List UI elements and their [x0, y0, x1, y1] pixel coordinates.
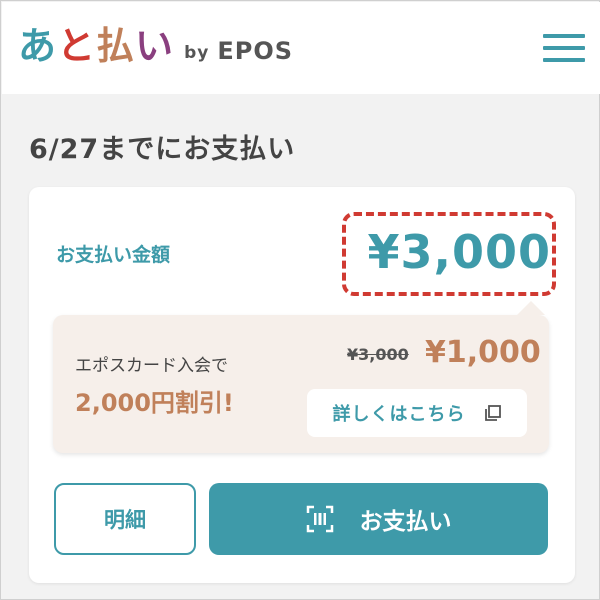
old-price: ¥3,000 — [347, 345, 409, 364]
pay-button[interactable]: お支払い — [209, 483, 548, 555]
menu-bar — [543, 34, 585, 38]
details-link-label: 詳しくはこちら — [332, 404, 466, 425]
details-link-button[interactable]: 詳しくはこちら — [307, 389, 527, 437]
statement-button-label: 明細 — [104, 508, 146, 532]
payment-amount: ¥3,000 — [367, 225, 551, 279]
pay-button-label: お支払い — [359, 509, 452, 535]
due-date-heading: 6/27までにお支払い — [29, 134, 296, 165]
payment-card: お支払い金額 ¥3,000 エポスカード入会で 2,000円割引! ¥3,000… — [29, 187, 575, 583]
promo-box: エポスカード入会で 2,000円割引! ¥3,000 ¥1,000 詳しくはこち… — [53, 301, 549, 453]
logo-brand: EPOS — [217, 37, 293, 65]
amount-label: お支払い金額 — [56, 244, 171, 266]
scan-code-icon — [306, 505, 333, 533]
new-price: ¥1,000 — [425, 335, 541, 370]
statement-button[interactable]: 明細 — [54, 483, 196, 555]
screen-frame: あ と 払 い by EPOS 6/27までにお支払い お支払い金額 ¥3,00… — [0, 0, 600, 600]
hamburger-menu-icon[interactable] — [543, 32, 585, 64]
menu-bar — [543, 58, 585, 62]
promo-notch — [517, 301, 545, 315]
logo-char-4: い — [135, 24, 175, 68]
menu-bar — [543, 46, 585, 50]
app-header: あ と 払 い by EPOS — [2, 2, 600, 94]
logo-char-1: あ — [18, 24, 58, 68]
external-window-icon — [484, 405, 501, 421]
app-logo[interactable]: あ と 払 い by EPOS — [18, 24, 293, 68]
logo-char-3: 払 — [96, 24, 136, 68]
logo-by: by — [184, 43, 210, 63]
promo-discount: 2,000円割引! — [75, 389, 234, 417]
logo-char-2: と — [57, 24, 97, 68]
promo-text: エポスカード入会で — [75, 356, 228, 376]
